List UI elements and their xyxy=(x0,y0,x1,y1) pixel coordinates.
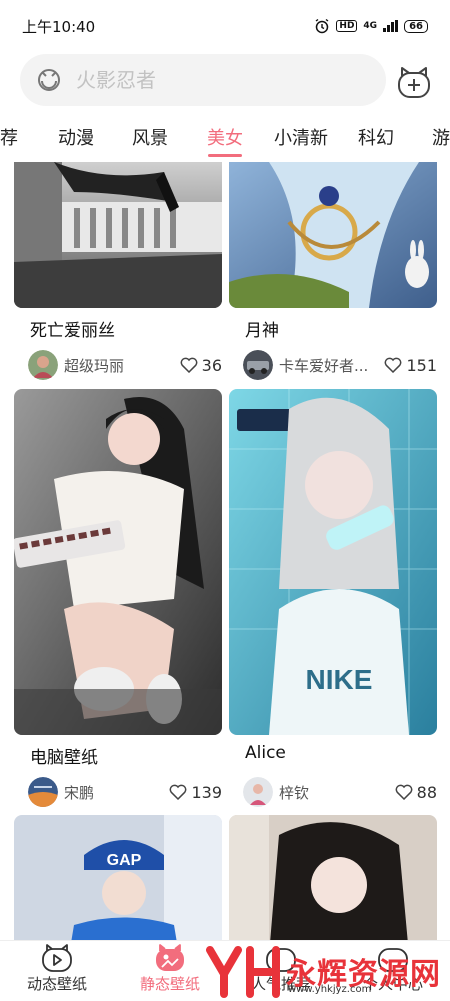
like-count[interactable]: 139 xyxy=(169,783,222,802)
tab-scenery[interactable]: 风景 xyxy=(132,124,168,150)
avatar[interactable] xyxy=(243,777,273,807)
search-row xyxy=(0,54,450,108)
tab-fresh[interactable]: 小清新 xyxy=(274,124,328,150)
alarm-icon xyxy=(315,18,329,34)
author-name[interactable]: 超级玛丽 xyxy=(64,355,160,376)
heart-icon xyxy=(385,357,402,373)
search-icon xyxy=(38,69,60,91)
watermark-logo-icon xyxy=(206,946,280,998)
svg-text:NIKE: NIKE xyxy=(306,664,373,695)
tab-game[interactable]: 游 xyxy=(432,124,450,150)
image-icon xyxy=(156,944,184,971)
wallpaper-thumbnail[interactable] xyxy=(229,162,437,308)
card-meta: 卡车爱好者... 151 xyxy=(243,348,437,382)
nav-label: 动态壁纸 xyxy=(26,975,87,993)
tab-beauty[interactable]: 美女 xyxy=(207,124,243,150)
card-meta: 超级玛丽 36 xyxy=(28,348,222,382)
network-type: 4G xyxy=(363,21,378,31)
author-name[interactable]: 梓钦 xyxy=(279,782,375,803)
wallpaper-thumbnail[interactable] xyxy=(14,162,222,308)
search-input[interactable] xyxy=(74,67,358,93)
battery-icon: 66 xyxy=(404,19,428,33)
nav-label: 静态壁纸 xyxy=(139,975,200,993)
heart-icon xyxy=(170,784,187,800)
card-title: 电脑壁纸 xyxy=(30,748,98,768)
author-name[interactable]: 卡车爱好者... xyxy=(279,355,375,376)
wallpaper-thumbnail[interactable] xyxy=(14,389,222,735)
tab-anime[interactable]: 动漫 xyxy=(58,124,94,150)
heart-icon xyxy=(180,357,198,373)
tab-recommend[interactable]: 荐 xyxy=(0,124,18,150)
hd-badge: HD xyxy=(336,20,358,32)
wallpaper-thumbnail[interactable]: GAP xyxy=(14,815,222,955)
author-name[interactable]: 宋鹏 xyxy=(64,782,160,803)
watermark-url: www.yhkjyz.com xyxy=(288,984,372,995)
like-number: 88 xyxy=(416,782,437,802)
category-tabs: 荐 动漫 风景 美女 小清新 科幻 游 xyxy=(0,118,450,162)
add-wallpaper-icon[interactable] xyxy=(396,64,432,100)
card-title: 月神 xyxy=(245,321,279,341)
card-meta: 宋鹏 139 xyxy=(28,775,222,809)
card-meta: 梓钦 88 xyxy=(243,775,437,809)
svg-text:GAP: GAP xyxy=(107,852,142,869)
status-bar: 上午10:40 HD 4G 66 xyxy=(0,0,450,52)
like-count[interactable]: 151 xyxy=(384,356,437,375)
heart-icon xyxy=(395,784,413,800)
like-count[interactable]: 36 xyxy=(180,356,222,375)
status-icons: HD 4G 66 xyxy=(314,18,428,34)
site-watermark: 永辉资源网 www.yhkjyz.com xyxy=(206,942,450,1000)
active-tab-indicator xyxy=(208,154,242,157)
signal-icon xyxy=(383,20,399,32)
wallpaper-thumbnail[interactable] xyxy=(229,815,437,955)
like-number: 151 xyxy=(406,355,437,375)
avatar[interactable] xyxy=(243,350,273,380)
tab-scifi[interactable]: 科幻 xyxy=(358,124,394,150)
wallpaper-thumbnail[interactable]: NIKE xyxy=(229,389,437,735)
like-number: 139 xyxy=(191,782,222,802)
nav-item-live-wallpaper[interactable]: 动态壁纸 xyxy=(2,943,112,994)
card-title: 死亡爱丽丝 xyxy=(30,321,115,341)
search-box[interactable] xyxy=(20,54,386,106)
avatar[interactable] xyxy=(28,777,58,807)
avatar[interactable] xyxy=(28,350,58,380)
play-icon xyxy=(42,944,72,972)
status-time: 上午10:40 xyxy=(22,17,96,36)
like-count[interactable]: 88 xyxy=(395,783,437,802)
like-number: 36 xyxy=(201,355,222,375)
card-title: Alice xyxy=(245,743,286,763)
